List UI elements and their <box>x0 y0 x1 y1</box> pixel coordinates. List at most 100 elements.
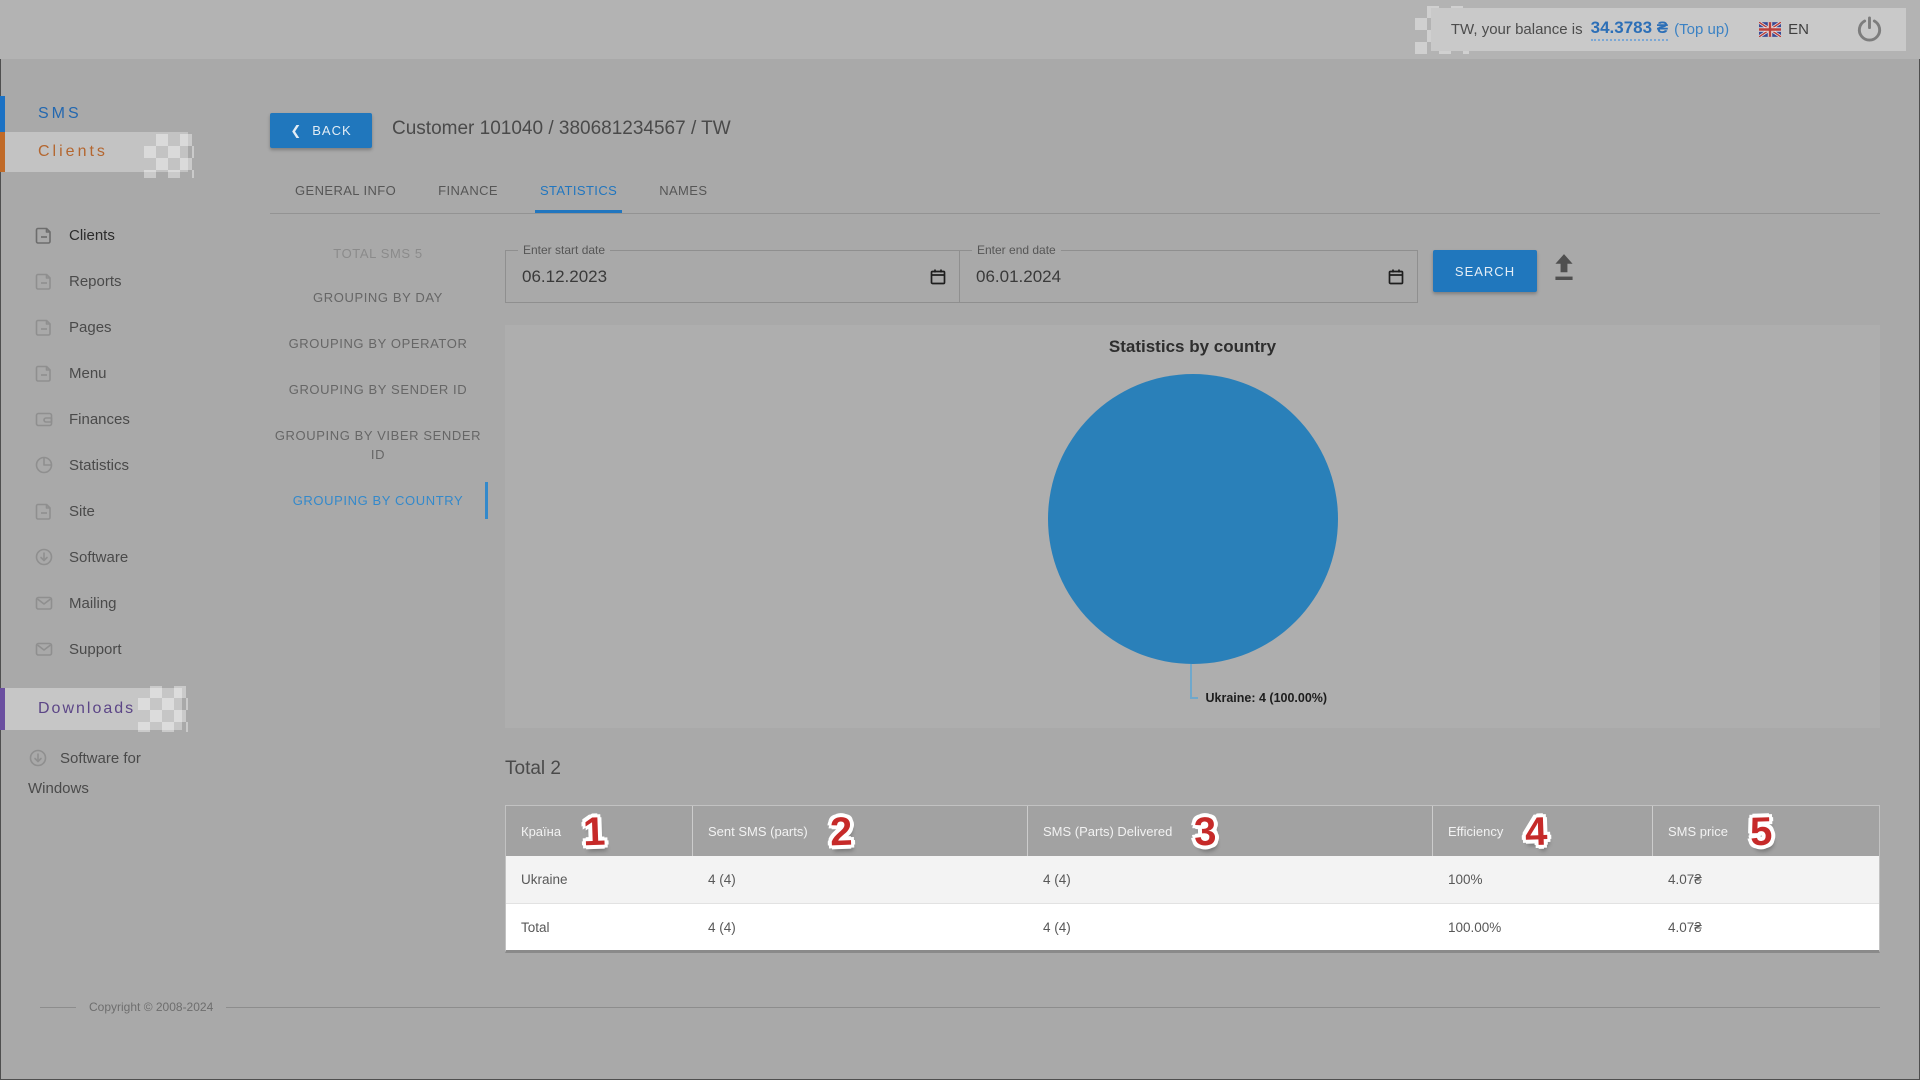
grouping-by-operator[interactable]: GROUPING BY OPERATOR <box>270 334 486 353</box>
sidebar-item-label: Site <box>69 503 95 520</box>
tab-general-info[interactable]: GENERAL INFO <box>295 183 396 198</box>
sidebar-item-label: Clients <box>69 227 115 244</box>
checker-artifact <box>138 686 188 732</box>
tab-statistics[interactable]: STATISTICS <box>540 183 617 198</box>
sidebar-item-label: Statistics <box>69 457 129 474</box>
sidebar-item-support[interactable]: Support <box>0 626 218 672</box>
accent-bar <box>0 96 5 132</box>
tab-names[interactable]: NAMES <box>659 183 707 198</box>
header-cell-price: SMS price 5 <box>1653 806 1873 856</box>
sidebar-item-software-for-windows[interactable]: Software for Windows <box>0 746 172 801</box>
end-date-field: Enter end date <box>959 250 1418 303</box>
pie-chart[interactable] <box>1047 373 1339 670</box>
cell-sent: 4 (4) <box>693 904 1028 950</box>
sidebar-item-finances[interactable]: Finances <box>0 396 218 442</box>
calendar-icon[interactable] <box>929 268 947 291</box>
sidebar-item-label: Support <box>69 641 122 658</box>
grouping-by-sender-id[interactable]: GROUPING BY SENDER ID <box>270 380 486 399</box>
pie-chart-panel: Statistics by country Ukraine: 4 (100.00… <box>505 325 1880 728</box>
column-label: Efficiency <box>1448 824 1503 839</box>
divider-line <box>226 1007 1880 1008</box>
sidebar-item-label: Pages <box>69 319 112 336</box>
sidebar-item-label: Mailing <box>69 595 117 612</box>
tab-finance[interactable]: FINANCE <box>438 183 498 198</box>
calendar-icon[interactable] <box>1387 268 1405 291</box>
grouping-by-country[interactable]: GROUPING BY COUNTRY <box>270 491 486 510</box>
sidebar-item-clients[interactable]: Clients <box>0 212 218 258</box>
section-label: Clients <box>38 143 108 161</box>
uk-flag-icon <box>1759 22 1781 37</box>
annotation-badge-1: 1 <box>582 814 605 851</box>
sidebar-item-statistics[interactable]: Statistics <box>0 442 218 488</box>
balance-prefix: TW, your balance is <box>1451 21 1583 38</box>
accent-bar <box>0 688 5 730</box>
sidebar-item-software[interactable]: Software <box>0 534 218 580</box>
chevron-left-icon: ❮ <box>290 124 302 137</box>
pie-chart-icon <box>34 455 54 475</box>
logout-power-button[interactable] <box>1855 15 1884 44</box>
document-icon <box>34 317 54 337</box>
mail-icon <box>34 593 54 613</box>
section-label: Downloads <box>38 700 135 718</box>
cell-country: Ukraine <box>506 856 693 903</box>
back-button[interactable]: ❮ BACK <box>270 113 372 148</box>
balance-amount-link[interactable]: 34.3783 ₴ <box>1591 18 1669 41</box>
sidebar-item-label: Finances <box>69 411 130 428</box>
section-label: SMS <box>38 105 82 123</box>
chart-title: Statistics by country <box>505 337 1880 357</box>
sidebar-item-reports[interactable]: Reports <box>0 258 218 304</box>
start-date-input[interactable] <box>506 251 959 302</box>
table-total-count: Total 2 <box>505 758 561 780</box>
cell-efficiency: 100% <box>1433 856 1653 903</box>
balance-area: TW, your balance is 34.3783 ₴ (Top up) E… <box>1431 8 1906 51</box>
annotation-badge-2: 2 <box>829 814 852 851</box>
column-label: SMS price <box>1668 824 1728 839</box>
search-button[interactable]: SEARCH <box>1433 250 1537 292</box>
sidebar-item-label: Menu <box>69 365 107 382</box>
download-icon <box>28 748 48 776</box>
sidebar-section-sms[interactable]: SMS <box>0 96 218 132</box>
footer: Copyright © 2008-2024 <box>40 1000 1880 1014</box>
annotation-badge-4: 4 <box>1525 814 1548 851</box>
mail-icon <box>34 639 54 659</box>
document-icon <box>34 363 54 383</box>
app-window: TW, your balance is 34.3783 ₴ (Top up) E… <box>0 0 1920 1080</box>
header-cell-country: Країна 1 <box>506 806 693 856</box>
cell-price: 4.07₴ <box>1653 856 1873 903</box>
topbar: TW, your balance is 34.3783 ₴ (Top up) E… <box>0 0 1920 59</box>
language-selector[interactable]: EN <box>1759 21 1809 38</box>
sidebar-item-site[interactable]: Site <box>0 488 218 534</box>
pie-slice-label: Ukraine: 4 (100.00%) <box>1206 691 1328 705</box>
table-row-total: Total 4 (4) 4 (4) 100.00% 4.07₴ <box>506 903 1879 950</box>
grouping-by-viber-sender-id[interactable]: GROUPING BY VIBER SENDER ID <box>270 426 486 464</box>
tab-bar: GENERAL INFO FINANCE STATISTICS NAMES <box>270 183 1880 214</box>
download-icon <box>34 547 54 567</box>
sidebar-item-pages[interactable]: Pages <box>0 304 218 350</box>
header-cell-efficiency: Efficiency 4 <box>1433 806 1653 856</box>
grouping-by-day[interactable]: GROUPING BY DAY <box>270 288 486 307</box>
cell-sent: 4 (4) <box>693 856 1028 903</box>
cell-efficiency: 100.00% <box>1433 904 1653 950</box>
document-icon <box>34 271 54 291</box>
column-label: Sent SMS (parts) <box>708 824 808 839</box>
start-date-field: Enter start date <box>505 250 960 303</box>
sidebar-item-menu[interactable]: Menu <box>0 350 218 396</box>
copyright-text: Copyright © 2008-2024 <box>89 1000 213 1014</box>
table-row: Ukraine 4 (4) 4 (4) 100% 4.07₴ <box>506 856 1879 903</box>
export-upload-icon[interactable] <box>1551 253 1581 287</box>
column-label: SMS (Parts) Delivered <box>1043 824 1172 839</box>
annotation-badge-3: 3 <box>1194 814 1217 851</box>
total-sms-label: TOTAL SMS 5 <box>270 246 486 261</box>
end-date-input[interactable] <box>960 251 1417 302</box>
document-icon <box>34 225 54 245</box>
header-cell-sent: Sent SMS (parts) 2 <box>693 806 1028 856</box>
top-up-link[interactable]: (Top up) <box>1674 21 1729 38</box>
back-button-label: BACK <box>312 123 351 138</box>
statistics-table: Країна 1 Sent SMS (parts) 2 SMS (Parts) … <box>505 805 1880 953</box>
accent-bar <box>0 132 5 172</box>
grouping-menu: TOTAL SMS 5 GROUPING BY DAY GROUPING BY … <box>270 246 486 510</box>
page-title: Customer 101040 / 380681234567 / TW <box>392 118 731 140</box>
cell-delivered: 4 (4) <box>1028 856 1433 903</box>
sidebar-item-mailing[interactable]: Mailing <box>0 580 218 626</box>
document-icon <box>34 501 54 521</box>
